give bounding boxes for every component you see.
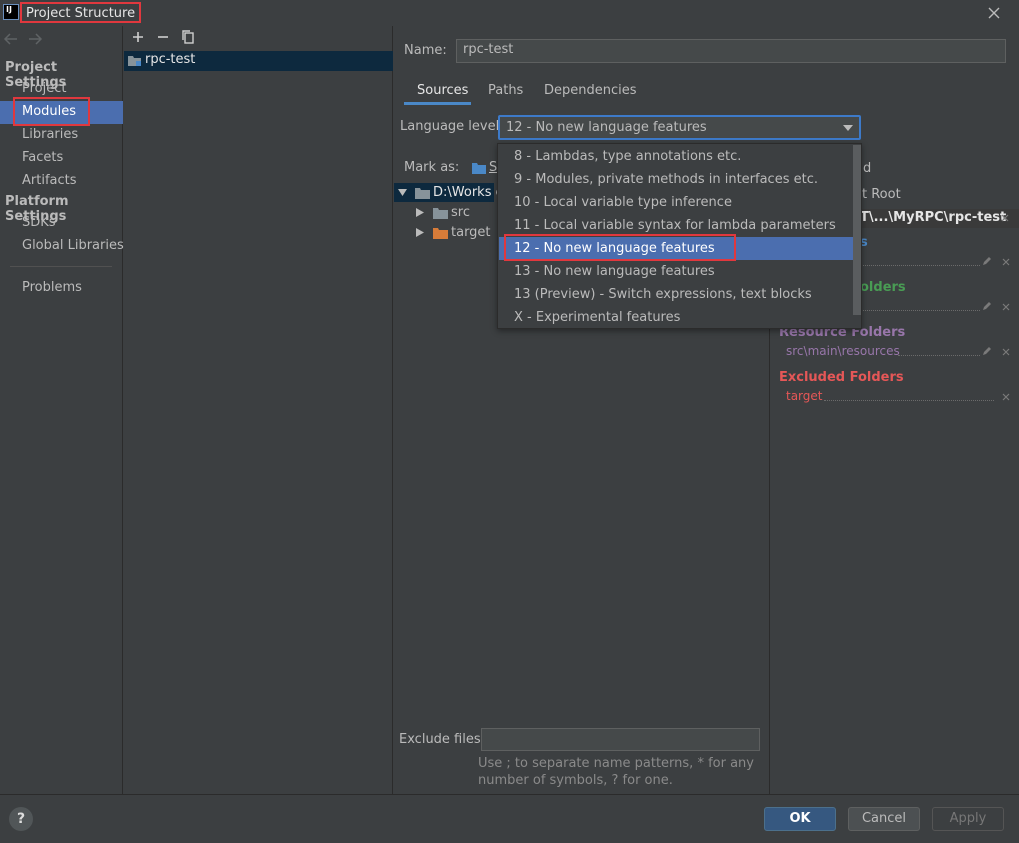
nav-item-global-libraries[interactable]: Global Libraries (22, 236, 124, 256)
close-icon[interactable] (1001, 392, 1011, 402)
chevron-down-icon (843, 125, 853, 131)
source-folder-icon (472, 163, 486, 174)
folder-icon (433, 208, 448, 219)
cancel-button[interactable]: Cancel (848, 807, 920, 831)
exclude-hint-line1: Use ; to separate name patterns, * for a… (478, 756, 754, 771)
module-name: rpc-test (145, 52, 196, 67)
expand-down-icon (398, 189, 407, 196)
remove-module-button[interactable] (156, 30, 170, 44)
module-settings: Name: rpc-test Sources Paths Dependencie… (394, 26, 1019, 794)
tree-root-label: D:\Works o (433, 185, 504, 200)
close-icon[interactable] (1001, 257, 1011, 267)
module-list-item[interactable]: rpc-test (124, 51, 393, 71)
edit-icon[interactable] (981, 300, 993, 312)
active-tab-indicator (404, 102, 471, 105)
dotted-separator (860, 310, 980, 311)
edit-icon[interactable] (981, 255, 993, 267)
nav-item-artifacts[interactable]: Artifacts (22, 171, 77, 191)
intellij-logo-icon: IJ (3, 4, 19, 20)
minus-icon (158, 36, 168, 38)
help-button[interactable]: ? (9, 807, 33, 831)
module-folder-icon (128, 56, 141, 66)
dropdown-option[interactable]: 13 - No new language features (499, 260, 854, 283)
resource-folder-path[interactable]: src\main\resources (786, 344, 900, 358)
close-icon[interactable] (1000, 213, 1010, 223)
add-module-button[interactable] (131, 30, 145, 44)
excluded-folder-path[interactable]: target (786, 389, 823, 403)
tree-item-label: src (451, 205, 470, 220)
close-icon[interactable] (1001, 302, 1011, 312)
mark-as-label: Mark as: (404, 160, 460, 175)
module-list-panel: rpc-test (124, 26, 393, 794)
ok-button[interactable]: OK (764, 807, 836, 831)
excluded-folders-header: Excluded Folders (779, 370, 904, 385)
dropdown-option[interactable]: 13 (Preview) - Switch expressions, text … (499, 283, 854, 306)
window-title: Project Structure (20, 2, 142, 23)
content-root-label: t Root (862, 187, 901, 202)
dropdown-option[interactable]: 9 - Modules, private methods in interfac… (499, 168, 854, 191)
dropdown-option[interactable]: 8 - Lambdas, type annotations etc. (499, 145, 854, 168)
language-level-select[interactable]: 12 - No new language features (498, 115, 861, 140)
close-icon[interactable] (1001, 347, 1011, 357)
nav-item-problems[interactable]: Problems (22, 278, 82, 298)
copy-icon (182, 30, 194, 44)
forward-arrow-button[interactable] (27, 32, 43, 46)
dotted-separator (898, 355, 980, 356)
tree-item-label: target (451, 225, 491, 240)
add-content-root-label[interactable]: d (863, 161, 871, 176)
dropdown-option[interactable]: 10 - Local variable type inference (499, 191, 854, 214)
expand-right-icon (416, 228, 424, 237)
dialog-footer: ? OK Cancel Apply (0, 794, 1019, 843)
nav-item-facets[interactable]: Facets (22, 148, 63, 168)
excluded-folder-icon (433, 228, 448, 239)
settings-sidebar: Project Settings Project Modules Librari… (0, 26, 124, 794)
test-folders-header: olders (860, 280, 906, 295)
title-bar: IJ Project Structure (0, 0, 1019, 26)
copy-module-button[interactable] (181, 29, 195, 44)
tab-paths[interactable]: Paths (488, 83, 523, 105)
arrow-right-icon (29, 33, 43, 45)
exclude-hint-line2: number of symbols, ? for one. (478, 773, 673, 788)
dotted-separator (824, 400, 994, 401)
plus-icon (133, 32, 143, 42)
arrow-left-icon (3, 33, 17, 45)
exclude-files-label: Exclude files: (399, 732, 486, 747)
close-icon (988, 7, 1000, 19)
dropdown-scrollbar[interactable] (853, 145, 861, 315)
back-arrow-button[interactable] (3, 32, 19, 46)
exclude-files-input[interactable] (481, 728, 760, 751)
nav-item-libraries[interactable]: Libraries (22, 125, 78, 145)
modules-annotation-box (13, 97, 90, 126)
tab-dependencies[interactable]: Dependencies (544, 83, 637, 105)
language-level-value: 12 - No new language features (506, 120, 707, 135)
nav-item-sdks[interactable]: SDKs (22, 213, 56, 233)
language-level-label: Language level: (400, 119, 504, 134)
folder-icon (415, 188, 430, 199)
edit-icon[interactable] (981, 345, 993, 357)
dotted-separator (860, 265, 980, 266)
content-root-path: T\...\MyRPC\rpc-test (860, 210, 1007, 225)
nav-divider (10, 266, 112, 267)
selected-option-annotation-box (504, 234, 736, 261)
close-button[interactable] (984, 3, 1004, 23)
expand-right-icon (416, 208, 424, 217)
nav-item-project[interactable]: Project (22, 79, 66, 99)
module-name-input[interactable]: rpc-test (456, 39, 1006, 63)
apply-button[interactable]: Apply (932, 807, 1004, 831)
name-label: Name: (404, 43, 447, 58)
dropdown-option[interactable]: X - Experimental features (499, 306, 854, 329)
